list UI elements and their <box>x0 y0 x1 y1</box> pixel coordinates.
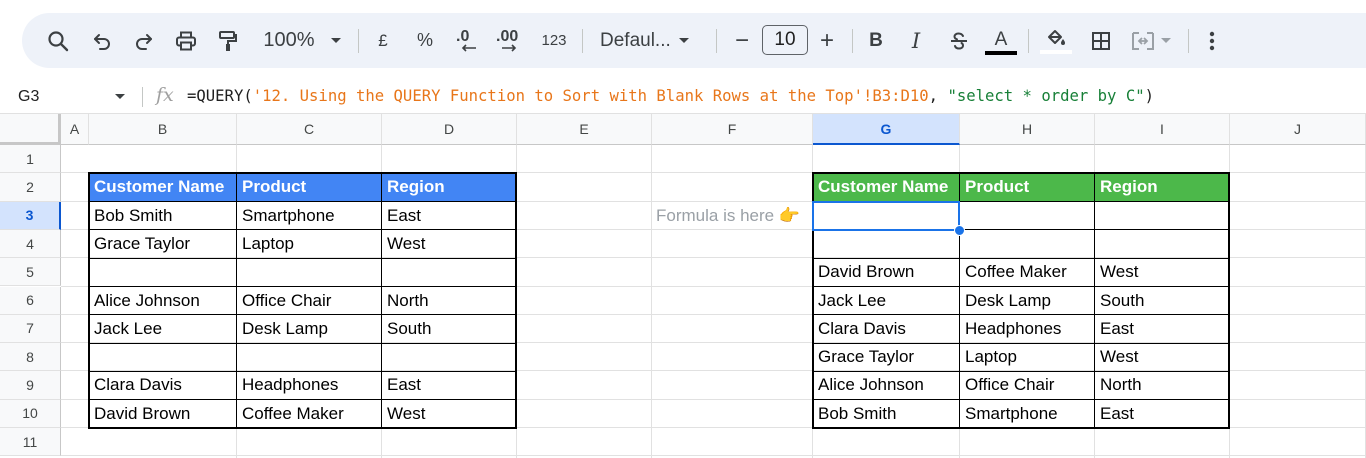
source-table-row-rule <box>89 370 516 372</box>
fill-color-button[interactable] <box>1038 13 1074 68</box>
row-header-7[interactable]: 7 <box>0 314 61 344</box>
paint-format-icon[interactable] <box>210 13 246 68</box>
column-header-h[interactable]: H <box>960 114 1095 145</box>
result-table-row-rule <box>813 342 1229 344</box>
more-formats-button[interactable]: 123 <box>536 13 572 68</box>
font-value: Defaul... <box>600 29 671 51</box>
select-all-corner[interactable] <box>0 114 61 145</box>
active-cell-selection[interactable] <box>812 200 960 231</box>
toolbar-divider <box>716 29 717 53</box>
increase-decimals-button[interactable]: .00 <box>492 13 528 68</box>
text-color-button[interactable]: A <box>984 13 1018 68</box>
column-header-g[interactable]: G <box>813 114 960 145</box>
row-header-8[interactable]: 8 <box>0 343 61 372</box>
source-table-row-rule <box>89 229 516 231</box>
undo-icon[interactable] <box>84 13 120 68</box>
row-header-2[interactable]: 2 <box>0 173 61 202</box>
row-header-3[interactable]: 3 <box>0 201 61 230</box>
source-table-row-rule <box>89 342 516 344</box>
zoom-select[interactable]: 100% <box>256 13 348 68</box>
column-header-e[interactable]: E <box>517 114 652 145</box>
formula-suffix: ) <box>1144 87 1154 105</box>
column-header-c[interactable]: C <box>237 114 382 145</box>
decrease-font-size-button[interactable]: − <box>726 13 758 68</box>
chevron-down-icon <box>330 38 341 43</box>
result-table-row-rule <box>813 314 1229 316</box>
print-icon[interactable] <box>168 13 204 68</box>
source-table-border <box>88 172 517 429</box>
source-table-row-rule <box>89 257 516 259</box>
currency-format-button[interactable]: £ <box>368 13 398 68</box>
row-header-4[interactable]: 4 <box>0 229 61 259</box>
italic-button[interactable]: I <box>900 13 932 68</box>
text-color-label: A <box>994 29 1008 50</box>
spreadsheet-grid[interactable]: A B C D E F G H I J 1 2 3 4 5 6 7 8 9 10 11 Customer Name Prod… <box>0 114 1366 458</box>
row-header-1[interactable]: 1 <box>0 145 61 174</box>
zoom-value: 100% <box>263 29 315 51</box>
column-header-b[interactable]: B <box>89 114 237 145</box>
row-header-9[interactable]: 9 <box>0 371 61 400</box>
merge-cells-icon <box>1132 31 1154 50</box>
toolbar-divider <box>582 29 583 53</box>
arrow-left-icon <box>461 43 476 52</box>
borders-icon[interactable] <box>1084 13 1118 68</box>
formula-range: '12. Using the QUERY Function to Sort wi… <box>252 87 929 105</box>
name-box[interactable]: G3 <box>18 80 39 113</box>
chevron-down-icon <box>678 38 689 43</box>
row-header-6[interactable]: 6 <box>0 286 61 315</box>
fill-handle[interactable] <box>954 224 965 236</box>
gridline-horizontal <box>61 455 1366 457</box>
toolbar-divider <box>1028 29 1029 53</box>
source-table-row-rule <box>89 286 516 287</box>
column-header-i[interactable]: I <box>1095 114 1230 145</box>
row-header-11[interactable]: 11 <box>0 428 61 457</box>
formula-query-string: "select * order by C" <box>947 87 1145 105</box>
toolbar: 100% £ % .0 .00 123 Defaul... − 10 + B I <box>22 13 1366 68</box>
result-table-row-rule <box>813 399 1229 401</box>
decrease-decimals-button[interactable]: .0 <box>450 13 484 68</box>
more-options-icon[interactable] <box>1198 13 1226 68</box>
percent-format-button[interactable]: % <box>410 13 440 68</box>
font-select[interactable]: Defaul... <box>594 13 706 68</box>
formula-bar: G3 fx =QUERY('12. Using the QUERY Functi… <box>0 80 1366 114</box>
toolbar-divider <box>358 29 359 53</box>
text-color-swatch <box>985 51 1017 55</box>
formula-separator: , <box>928 87 948 105</box>
toolbar-divider <box>852 29 853 53</box>
column-header-a[interactable]: A <box>61 114 89 145</box>
fx-icon: fx <box>156 84 174 106</box>
fill-color-swatch <box>1040 49 1072 54</box>
merge-cells-button[interactable] <box>1126 13 1176 68</box>
bold-button[interactable]: B <box>860 13 892 68</box>
formula-bar-divider <box>142 87 143 107</box>
column-header-d[interactable]: D <box>382 114 517 145</box>
source-table-column-rule <box>381 173 382 428</box>
result-table-row-rule <box>813 257 1229 259</box>
source-table-row-rule <box>89 314 516 316</box>
paint-bucket-icon <box>1048 29 1065 45</box>
result-table-row-rule <box>813 286 1229 287</box>
gridline-vertical <box>651 145 652 458</box>
formula-input[interactable]: =QUERY('12. Using the QUERY Function to … <box>187 87 1154 105</box>
search-icon[interactable] <box>38 13 78 68</box>
column-header-f[interactable]: F <box>652 114 813 145</box>
formula-prefix: =QUERY( <box>187 87 253 105</box>
row-header-10[interactable]: 10 <box>0 399 61 428</box>
font-size-input[interactable]: 10 <box>762 25 808 55</box>
strikethrough-icon[interactable] <box>942 13 976 68</box>
redo-icon[interactable] <box>126 13 162 68</box>
row-header-5[interactable]: 5 <box>0 258 61 287</box>
formula-location-note: Formula is here 👉 <box>656 205 800 225</box>
chevron-down-icon <box>1161 38 1171 43</box>
source-table-row-rule <box>89 399 516 401</box>
arrow-right-icon <box>502 43 517 52</box>
source-table-column-rule <box>236 173 237 428</box>
result-table-row-rule <box>813 370 1229 372</box>
increase-font-size-button[interactable]: + <box>812 13 842 68</box>
toolbar-divider <box>1188 29 1189 53</box>
chevron-down-icon[interactable] <box>115 94 125 99</box>
column-header-j[interactable]: J <box>1230 114 1366 145</box>
source-table-row-rule <box>89 201 516 203</box>
result-table-column-rule <box>1094 173 1095 428</box>
